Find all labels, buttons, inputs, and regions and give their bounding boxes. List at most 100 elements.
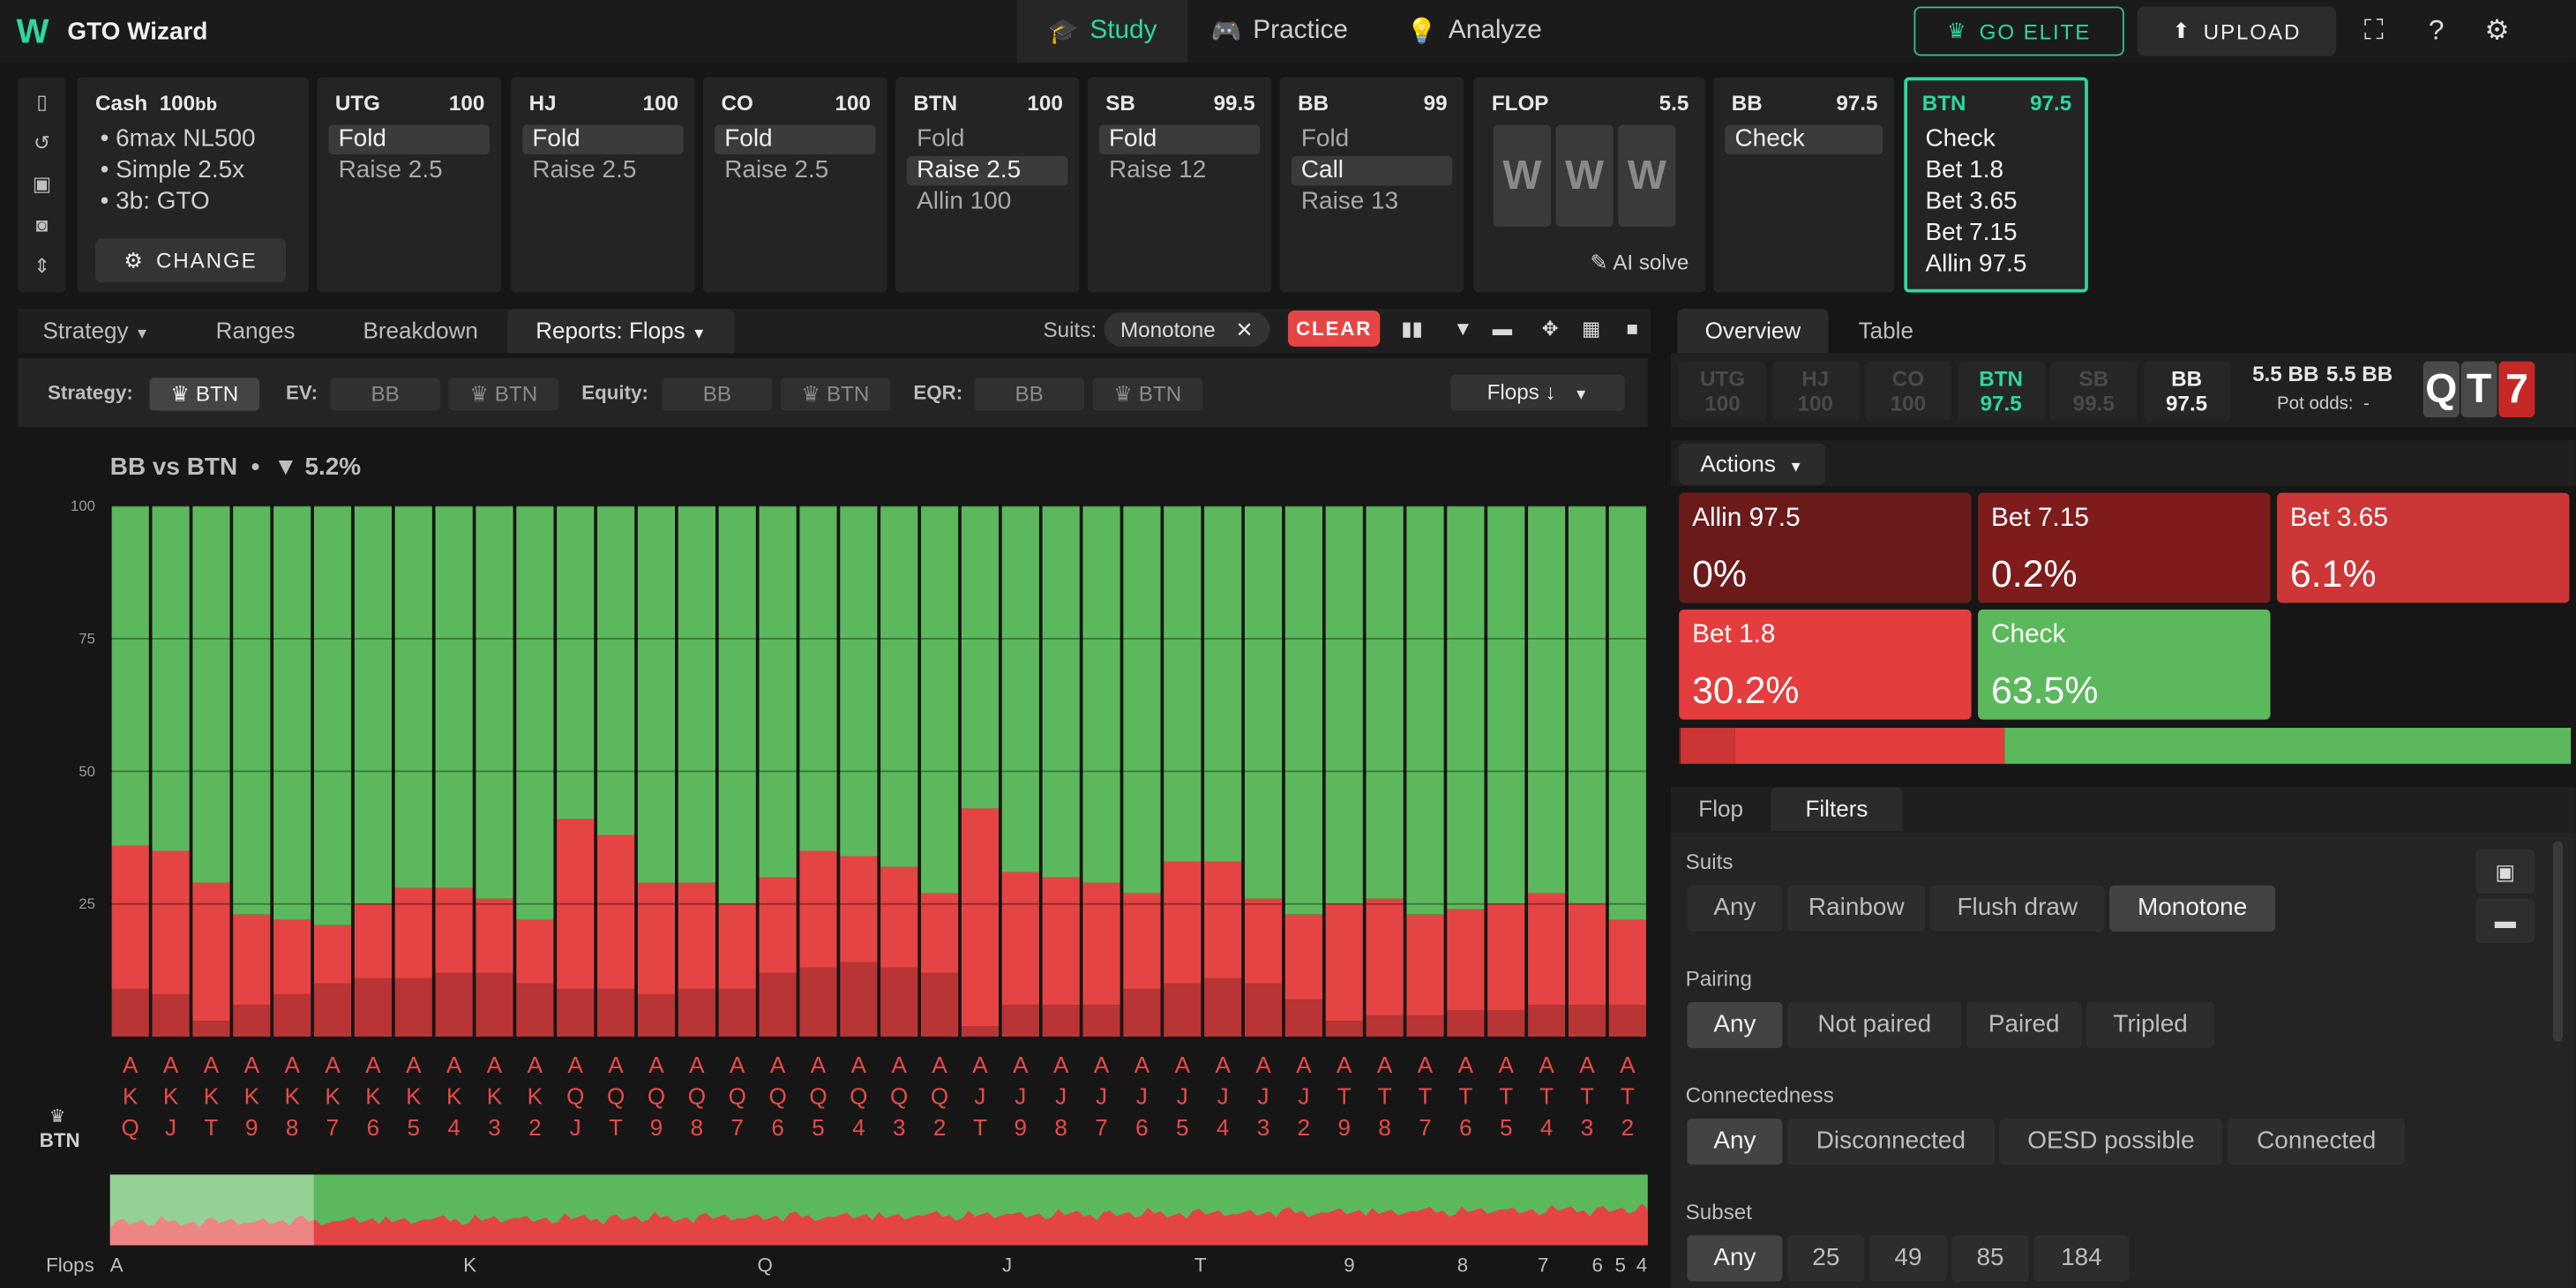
bar-segment[interactable]: [1204, 505, 1242, 862]
bar-segment[interactable]: [1082, 882, 1120, 1005]
filter-option[interactable]: Flush draw: [1930, 885, 2105, 932]
bar-segment[interactable]: [233, 914, 271, 1005]
bar-segment[interactable]: [435, 887, 473, 973]
bar-segment[interactable]: [921, 893, 959, 973]
bar-segment[interactable]: [1123, 893, 1161, 989]
bar-segment[interactable]: [961, 808, 1000, 1027]
bar-segment[interactable]: [111, 505, 149, 846]
bar-segment[interactable]: [1325, 505, 1363, 904]
bar-segment[interactable]: [1284, 505, 1322, 915]
bar-segment[interactable]: [1204, 977, 1242, 1037]
help-icon[interactable]: ?: [2420, 15, 2452, 48]
bar-segment[interactable]: [1001, 505, 1039, 872]
bar-segment[interactable]: [1082, 505, 1120, 883]
filter-option[interactable]: Any: [1687, 885, 1783, 932]
bar-segment[interactable]: [273, 505, 311, 920]
bar-segment[interactable]: [1528, 893, 1566, 1005]
bar-segment[interactable]: [840, 962, 878, 1037]
bar-segment[interactable]: [718, 988, 756, 1037]
overview-selection-handle[interactable]: [109, 1174, 314, 1246]
bar-segment[interactable]: [1568, 1004, 1606, 1037]
filter-option[interactable]: Any: [1687, 1001, 1783, 1049]
bar-segment[interactable]: [354, 505, 392, 904]
bar-segment[interactable]: [557, 988, 595, 1037]
bar-segment[interactable]: [880, 967, 918, 1037]
filter-option[interactable]: OESD possible: [1999, 1119, 2223, 1165]
bar-segment[interactable]: [1366, 898, 1404, 1015]
bar-segment[interactable]: [1244, 505, 1283, 899]
tab-filters[interactable]: Filters: [1771, 786, 1903, 832]
bar-segment[interactable]: [1568, 505, 1606, 904]
screenshot-icon[interactable]: ⛶: [2357, 15, 2390, 48]
action-option[interactable]: Check: [1915, 125, 2070, 155]
bar-segment[interactable]: [840, 505, 878, 857]
bar-segment[interactable]: [1366, 505, 1404, 899]
bar-segment[interactable]: [1447, 909, 1485, 1010]
bar-segment[interactable]: [1528, 1004, 1566, 1037]
bar-segment[interactable]: [1568, 903, 1606, 1005]
tab-flop[interactable]: Flop: [1677, 787, 1764, 831]
bar-segment[interactable]: [840, 856, 878, 962]
bar-segment[interactable]: [233, 1004, 271, 1037]
filter-option[interactable]: Rainbow: [1787, 885, 1926, 932]
go-elite-button[interactable]: ♛ GO ELITE: [1913, 6, 2124, 56]
bar-segment[interactable]: [637, 505, 676, 883]
bar-segment[interactable]: [1366, 1015, 1404, 1037]
bar-segment[interactable]: [759, 972, 797, 1037]
bar-segment[interactable]: [394, 505, 432, 888]
bar-segment[interactable]: [759, 505, 797, 878]
bar-segment[interactable]: [1325, 1021, 1363, 1037]
action-option[interactable]: Bet 3.65: [1915, 187, 2070, 217]
bar-segment[interactable]: [1001, 872, 1039, 1005]
bar-segment[interactable]: [1608, 919, 1646, 1005]
bar-segment[interactable]: [1164, 505, 1202, 862]
action-box[interactable]: Bet 1.8 30.2%: [1679, 609, 1972, 720]
bar-segment[interactable]: [597, 505, 635, 835]
action-box[interactable]: Allin 97.5 0%: [1679, 492, 1972, 603]
bar-segment[interactable]: [516, 983, 554, 1037]
bar-segment[interactable]: [1123, 988, 1161, 1037]
bar-segment[interactable]: [394, 977, 432, 1037]
bar-segment[interactable]: [233, 505, 271, 915]
bar-segment[interactable]: [678, 988, 715, 1037]
filter-option[interactable]: 25: [1787, 1235, 1865, 1282]
tab-table[interactable]: Table: [1835, 309, 1936, 353]
open-folder-button[interactable]: ▬: [2475, 898, 2535, 943]
bar-segment[interactable]: [1001, 1004, 1039, 1037]
bar-segment[interactable]: [1042, 877, 1080, 1005]
filters-scrollbar[interactable]: [2552, 841, 2564, 1042]
bar-segment[interactable]: [799, 850, 837, 968]
bar-segment[interactable]: [152, 993, 190, 1037]
bar-segment[interactable]: [1406, 914, 1444, 1015]
bar-segment[interactable]: [718, 903, 756, 989]
table-seat-btn[interactable]: BTN 97.5: [1957, 361, 2045, 421]
table-seat-bb[interactable]: BB 97.5: [2143, 361, 2230, 421]
bar-segment[interactable]: [354, 903, 392, 978]
bar-segment[interactable]: [637, 882, 676, 994]
filter-option[interactable]: 85: [1951, 1235, 2029, 1282]
filter-option[interactable]: Connected: [2228, 1119, 2406, 1165]
filter-option[interactable]: Disconnected: [1787, 1119, 1995, 1165]
bar-segment[interactable]: [1487, 505, 1525, 904]
filter-option[interactable]: Monotone: [2109, 885, 2276, 932]
bar-segment[interactable]: [476, 505, 513, 899]
bar-segment[interactable]: [354, 977, 392, 1037]
bar-segment[interactable]: [313, 505, 352, 925]
bar-segment[interactable]: [313, 983, 352, 1037]
bar-segment[interactable]: [1487, 903, 1525, 1010]
filter-option[interactable]: Any: [1687, 1235, 1783, 1282]
bar-segment[interactable]: [1284, 999, 1322, 1037]
bar-segment[interactable]: [476, 898, 513, 973]
bar-segment[interactable]: [1447, 505, 1485, 910]
bar-segment[interactable]: [1325, 903, 1363, 1022]
btn-flop-card[interactable]: BTN 97.5 Check Bet 1.8 Bet 3.65 Bet 7.15…: [1904, 77, 2088, 293]
bar-segment[interactable]: [1164, 983, 1202, 1037]
bar-segment[interactable]: [597, 835, 635, 989]
bar-segment[interactable]: [637, 993, 676, 1037]
bar-segment[interactable]: [435, 972, 473, 1037]
bar-segment[interactable]: [111, 845, 149, 989]
bar-segment[interactable]: [1284, 914, 1322, 1000]
bar-segment[interactable]: [1608, 1004, 1646, 1037]
bar-segment[interactable]: [921, 505, 959, 894]
board-card[interactable]: 7: [2498, 361, 2535, 417]
